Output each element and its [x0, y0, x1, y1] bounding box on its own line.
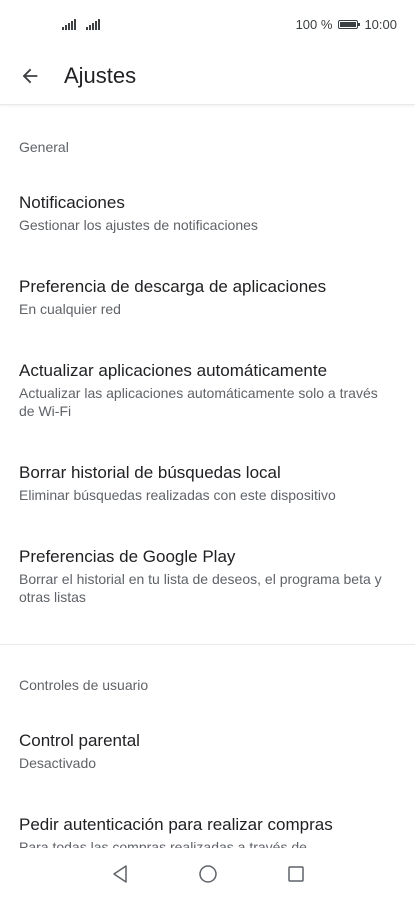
item-subtitle: Borrar el historial en tu lista de deseo…	[19, 571, 382, 605]
page-title: Ajustes	[64, 63, 137, 88]
nav-recents-button[interactable]	[286, 864, 306, 884]
item-subtitle: Desactivado	[19, 755, 97, 771]
settings-item-auto-update[interactable]: Actualizar aplicaciones automáticamente …	[0, 360, 415, 420]
section-header-general: General	[19, 139, 69, 155]
battery-percent: 100 %	[295, 16, 333, 32]
section-header-user-controls: Controles de usuario	[19, 677, 149, 693]
system-nav-bar	[0, 848, 415, 900]
circle-home-icon	[198, 865, 217, 883]
settings-item-google-play-preferences[interactable]: Preferencias de Google Play Borrar el hi…	[0, 546, 415, 606]
item-subtitle: Gestionar los ajustes de notificaciones	[19, 217, 258, 233]
signal-icon	[86, 18, 100, 30]
status-bar: 100 % 10:00	[0, 0, 415, 48]
clock: 10:00	[364, 16, 397, 32]
item-title: Actualizar aplicaciones automáticamente	[19, 361, 328, 380]
status-right: 100 % 10:00	[296, 17, 397, 32]
triangle-back-icon	[112, 865, 127, 883]
square-recents-icon	[287, 866, 304, 882]
signal-indicators	[62, 18, 100, 30]
settings-item-download-preference[interactable]: Preferencia de descarga de aplicaciones …	[0, 276, 415, 318]
arrow-back-icon	[22, 68, 38, 84]
back-button[interactable]	[0, 48, 60, 104]
nav-home-button[interactable]	[198, 864, 218, 884]
item-title: Notificaciones	[19, 193, 125, 212]
settings-item-clear-search-history[interactable]: Borrar historial de búsquedas local Elim…	[0, 462, 415, 504]
item-title: Preferencia de descarga de aplicaciones	[19, 277, 327, 296]
app-bar: Ajustes	[0, 48, 415, 105]
settings-item-purchase-authentication[interactable]: Pedir autenticación para realizar compra…	[0, 814, 415, 848]
item-title: Control parental	[19, 731, 140, 750]
battery-icon	[338, 19, 361, 29]
item-subtitle: Para todas las compras realizadas a trav…	[19, 839, 307, 848]
item-title: Borrar historial de búsquedas local	[19, 463, 281, 482]
nav-back-button[interactable]	[110, 864, 130, 884]
item-subtitle: Eliminar búsquedas realizadas con este d…	[19, 487, 336, 503]
item-subtitle: Actualizar las aplicaciones automáticame…	[19, 385, 378, 419]
signal-icon	[62, 18, 76, 30]
settings-list[interactable]: General Notificaciones Gestionar los aju…	[0, 105, 415, 848]
settings-item-parental-control[interactable]: Control parental Desactivado	[0, 730, 415, 772]
item-title: Preferencias de Google Play	[19, 547, 236, 566]
item-subtitle: En cualquier red	[19, 301, 121, 317]
item-title: Pedir autenticación para realizar compra…	[19, 815, 333, 834]
settings-item-notifications[interactable]: Notificaciones Gestionar los ajustes de …	[0, 192, 415, 234]
